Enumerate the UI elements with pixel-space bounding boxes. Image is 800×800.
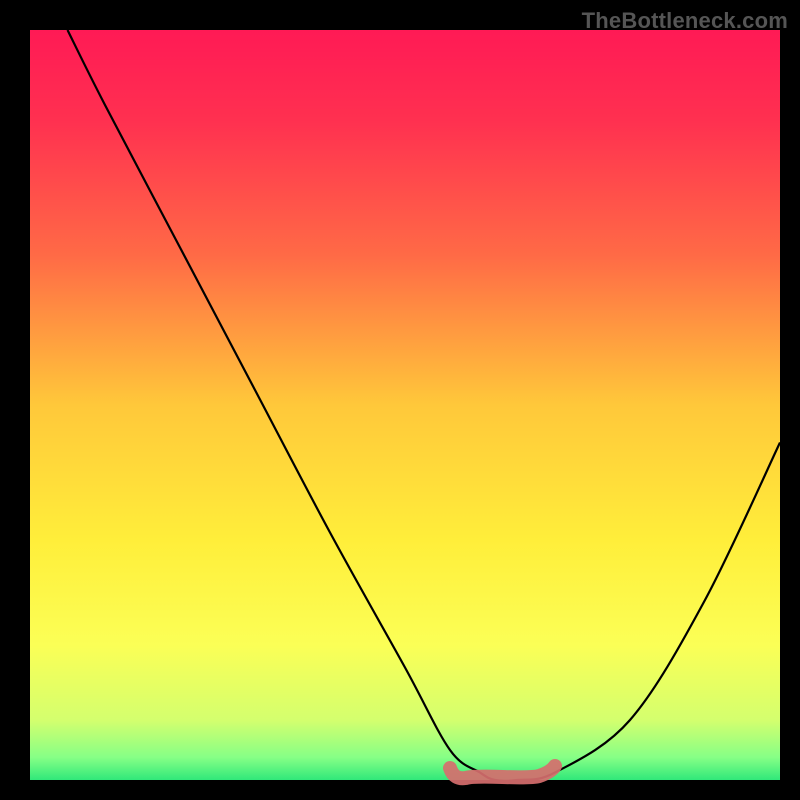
- bottleneck-chart: [0, 0, 800, 800]
- watermark-text: TheBottleneck.com: [582, 8, 788, 34]
